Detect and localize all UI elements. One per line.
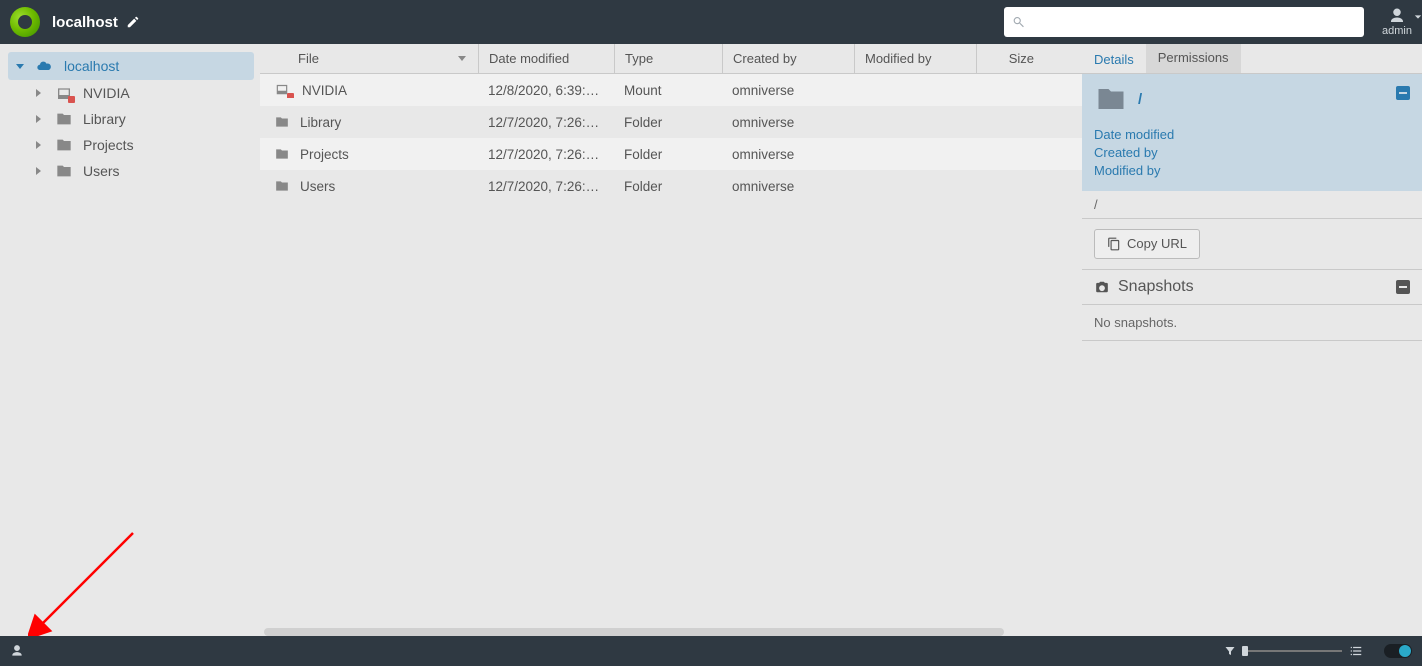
cell-type: Mount xyxy=(614,83,722,98)
cell-file: Users xyxy=(260,179,478,194)
meta-created-by-label: Created by xyxy=(1094,144,1410,162)
zoom-slider-thumb[interactable] xyxy=(1242,646,1248,656)
search-box[interactable] xyxy=(1004,7,1364,37)
collapse-card-button[interactable] xyxy=(1396,86,1410,100)
top-bar: localhost admin xyxy=(0,0,1422,44)
tab-permissions[interactable]: Permissions xyxy=(1146,44,1241,73)
snapshots-title: Snapshots xyxy=(1118,278,1194,296)
cell-file: Library xyxy=(260,115,478,130)
table-row[interactable]: NVIDIA12/8/2020, 6:39:23 AMMountomnivers… xyxy=(260,74,1082,106)
tree-item-label: Library xyxy=(83,111,126,127)
column-header-created-by[interactable]: Created by xyxy=(722,44,854,73)
view-zoom-control[interactable] xyxy=(1224,644,1364,658)
column-header-type[interactable]: Type xyxy=(614,44,722,73)
main-area: localhost NVIDIA Library Projects Users xyxy=(0,44,1422,636)
details-path-name: / xyxy=(1138,91,1142,108)
file-listing: File Date modified Type Created by Modif… xyxy=(260,44,1082,636)
cell-date: 12/8/2020, 6:39:23 AM xyxy=(478,83,614,98)
host-title: localhost xyxy=(52,14,118,31)
cell-date: 12/7/2020, 7:26:03 PM xyxy=(478,147,614,162)
cell-file: Projects xyxy=(260,147,478,162)
tree-collapse-icon[interactable] xyxy=(36,167,41,175)
details-actions: Copy URL xyxy=(1082,219,1422,270)
search-input[interactable] xyxy=(1031,7,1356,37)
copy-url-button[interactable]: Copy URL xyxy=(1094,229,1200,259)
tree-collapse-icon[interactable] xyxy=(36,89,41,97)
copy-url-label: Copy URL xyxy=(1127,236,1187,251)
zoom-slider-track[interactable] xyxy=(1242,650,1342,652)
column-header-modified-by[interactable]: Modified by xyxy=(854,44,976,73)
details-breadcrumb: / xyxy=(1082,191,1422,219)
edit-host-icon[interactable] xyxy=(126,15,140,29)
column-header-date[interactable]: Date modified xyxy=(478,44,614,73)
column-header-size[interactable]: Size xyxy=(976,44,1044,73)
table-row[interactable]: Users12/7/2020, 7:26:03 PMFolderomnivers… xyxy=(260,170,1082,202)
tree-item-label: Projects xyxy=(83,137,134,153)
meta-modified-by-label: Modified by xyxy=(1094,162,1410,180)
cell-created-by: omniverse xyxy=(722,115,854,130)
tree-item-library[interactable]: Library xyxy=(8,106,254,132)
funnel-icon xyxy=(1224,645,1236,657)
tree-root-label: localhost xyxy=(64,58,119,74)
folder-icon xyxy=(55,137,73,153)
cell-date: 12/7/2020, 7:26:03 PM xyxy=(478,115,614,130)
status-bar xyxy=(0,636,1422,666)
details-summary-card: / Date modified Created by Modified by xyxy=(1082,74,1422,191)
details-tabs: Details Permissions xyxy=(1082,44,1422,74)
snapshots-empty-text: No snapshots. xyxy=(1082,305,1422,341)
tree-expand-icon[interactable] xyxy=(16,64,24,69)
user-name-label: admin xyxy=(1382,25,1412,37)
cell-created-by: omniverse xyxy=(722,83,854,98)
user-menu[interactable]: admin xyxy=(1382,7,1412,37)
file-rows: NVIDIA12/8/2020, 6:39:23 AMMountomnivers… xyxy=(260,74,1082,628)
cell-date: 12/7/2020, 7:26:03 PM xyxy=(478,179,614,194)
cloud-icon xyxy=(34,58,54,74)
cell-created-by: omniverse xyxy=(722,147,854,162)
tree-item-projects[interactable]: Projects xyxy=(8,132,254,158)
tree-item-label: Users xyxy=(83,163,120,179)
search-icon xyxy=(1012,15,1025,29)
folder-icon xyxy=(55,111,73,127)
tree-collapse-icon[interactable] xyxy=(36,141,41,149)
user-menu-caret-icon xyxy=(1414,13,1422,21)
tree-root-localhost[interactable]: localhost xyxy=(8,52,254,80)
cell-type: Folder xyxy=(614,179,722,194)
status-user-icon[interactable] xyxy=(10,644,24,658)
tree-collapse-icon[interactable] xyxy=(36,115,41,123)
folder-large-icon xyxy=(1094,84,1128,114)
list-view-icon[interactable] xyxy=(1348,644,1364,658)
details-panel: Details Permissions / Date modified Crea… xyxy=(1082,44,1422,636)
theme-toggle[interactable] xyxy=(1384,644,1412,658)
drive-icon xyxy=(55,85,73,101)
tab-details[interactable]: Details xyxy=(1082,44,1146,73)
table-row[interactable]: Projects12/7/2020, 7:26:03 PMFolderomniv… xyxy=(260,138,1082,170)
cell-type: Folder xyxy=(614,115,722,130)
app-logo-icon xyxy=(10,7,40,37)
cell-type: Folder xyxy=(614,147,722,162)
column-header-file[interactable]: File xyxy=(260,44,478,73)
cell-file: NVIDIA xyxy=(260,82,478,98)
tree-item-users[interactable]: Users xyxy=(8,158,254,184)
tree-item-label: NVIDIA xyxy=(83,85,130,101)
horizontal-scrollbar[interactable] xyxy=(260,628,1082,636)
sort-indicator-icon xyxy=(458,56,466,61)
copy-icon xyxy=(1107,237,1121,251)
folder-icon xyxy=(55,163,73,179)
tree-item-nvidia[interactable]: NVIDIA xyxy=(8,80,254,106)
collapse-snapshots-button[interactable] xyxy=(1396,280,1410,294)
camera-icon xyxy=(1094,280,1110,294)
snapshots-header[interactable]: Snapshots xyxy=(1082,270,1422,305)
meta-date-modified-label: Date modified xyxy=(1094,126,1410,144)
cell-created-by: omniverse xyxy=(722,179,854,194)
user-avatar-icon xyxy=(1388,7,1406,25)
table-row[interactable]: Library12/7/2020, 7:26:03 PMFolderomnive… xyxy=(260,106,1082,138)
annotation-arrow-icon xyxy=(28,528,138,636)
column-header-row: File Date modified Type Created by Modif… xyxy=(260,44,1082,74)
sidebar-tree: localhost NVIDIA Library Projects Users xyxy=(0,44,260,636)
